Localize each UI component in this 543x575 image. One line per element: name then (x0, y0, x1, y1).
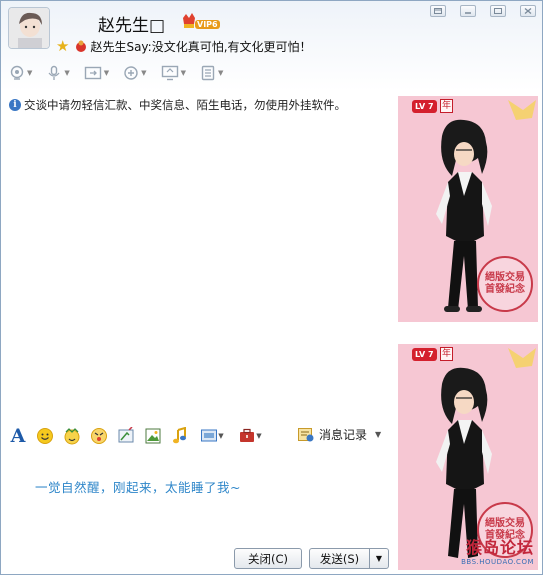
maximize-icon[interactable] (490, 5, 506, 17)
send-image-icon[interactable] (144, 427, 162, 445)
avatar-show-self[interactable]: LV 7 年 絕版交易 首發紀念 猴岛论坛 BBS.HOUDAO.COM (398, 344, 538, 570)
star-icon[interactable]: ★ (56, 37, 69, 55)
send-button[interactable]: 发送(S) (309, 548, 370, 569)
site-watermark: 猴岛论坛 BBS.HOUDAO.COM (418, 534, 534, 566)
toolbox-menu-icon[interactable]: ▼ (235, 427, 265, 445)
history-dropdown-icon[interactable]: ▼ (375, 430, 381, 439)
message-history-icon (298, 427, 314, 441)
screen-capture-menu-icon[interactable]: ▼ (198, 427, 226, 445)
video-call-icon[interactable]: ▼ (9, 64, 32, 82)
security-notice: i 交谈中请勿轻信汇款、中奖信息、陌生电话，勿使用外挂软件。 (9, 97, 346, 113)
vip-emoji-icon[interactable] (63, 427, 81, 445)
qzone-icon[interactable] (74, 39, 88, 53)
close-icon[interactable] (520, 5, 536, 17)
minimize-icon[interactable] (460, 5, 476, 17)
format-toolbar: A ▼ ▼ (9, 425, 265, 447)
app-list-icon[interactable]: ▼ (200, 64, 223, 82)
chat-window: 赵先生□ VIP6 ★ 赵先生Say:没文化真可怕,有文化更可怕！ ▼ ▼ ▼ … (0, 0, 543, 575)
magic-emoji-icon[interactable] (90, 427, 108, 445)
vip-label: VIP6 (195, 20, 220, 29)
signature-row: ★ 赵先生Say:没文化真可怕,有文化更可怕！ (56, 37, 312, 55)
skin-icon[interactable] (430, 5, 446, 17)
avatar[interactable] (8, 7, 50, 49)
send-options-dropdown[interactable]: ▼ (369, 548, 389, 569)
watermark-url: BBS.HOUDAO.COM (461, 558, 534, 566)
window-controls (430, 5, 536, 17)
emoji-icon[interactable] (36, 427, 54, 445)
contact-name: 赵先生□ (98, 16, 166, 36)
chat-toolbar: ▼ ▼ ▼ ▼ ▼ ▼ (9, 64, 223, 82)
font-style-label: A (10, 425, 26, 447)
signature-text: 赵先生Say:没文化真可怕,有文化更可怕！ (90, 39, 312, 54)
stamp-seal: 絕版交易 首發紀念 (477, 256, 533, 312)
music-icon[interactable] (171, 427, 189, 445)
add-contact-icon[interactable]: ▼ (123, 64, 147, 82)
avatar-show-contact[interactable]: LV 7 年 絕版交易 首發紀念 (398, 96, 538, 322)
vip-badge[interactable]: VIP6 (181, 12, 223, 32)
watermark-logo: 猴岛论坛 (465, 538, 534, 557)
shield-info-icon: i (9, 99, 21, 111)
remote-desktop-icon[interactable]: ▼ (161, 64, 186, 82)
message-input[interactable]: 一觉自然醒，刚起来，太能睡了我~ (35, 477, 241, 496)
message-history-button[interactable]: 消息记录 ▼ (297, 426, 381, 443)
message-history-label: 消息记录 (319, 428, 368, 442)
voice-call-icon[interactable]: ▼ (46, 64, 70, 82)
font-style-icon[interactable]: A (9, 425, 27, 447)
file-transfer-icon[interactable]: ▼ (84, 64, 109, 82)
close-button[interactable]: 关闭(C) (234, 548, 302, 569)
notice-text: 交谈中请勿轻信汇款、中奖信息、陌生电话，勿使用外挂软件。 (24, 98, 346, 112)
screenshot-icon[interactable] (117, 427, 135, 445)
